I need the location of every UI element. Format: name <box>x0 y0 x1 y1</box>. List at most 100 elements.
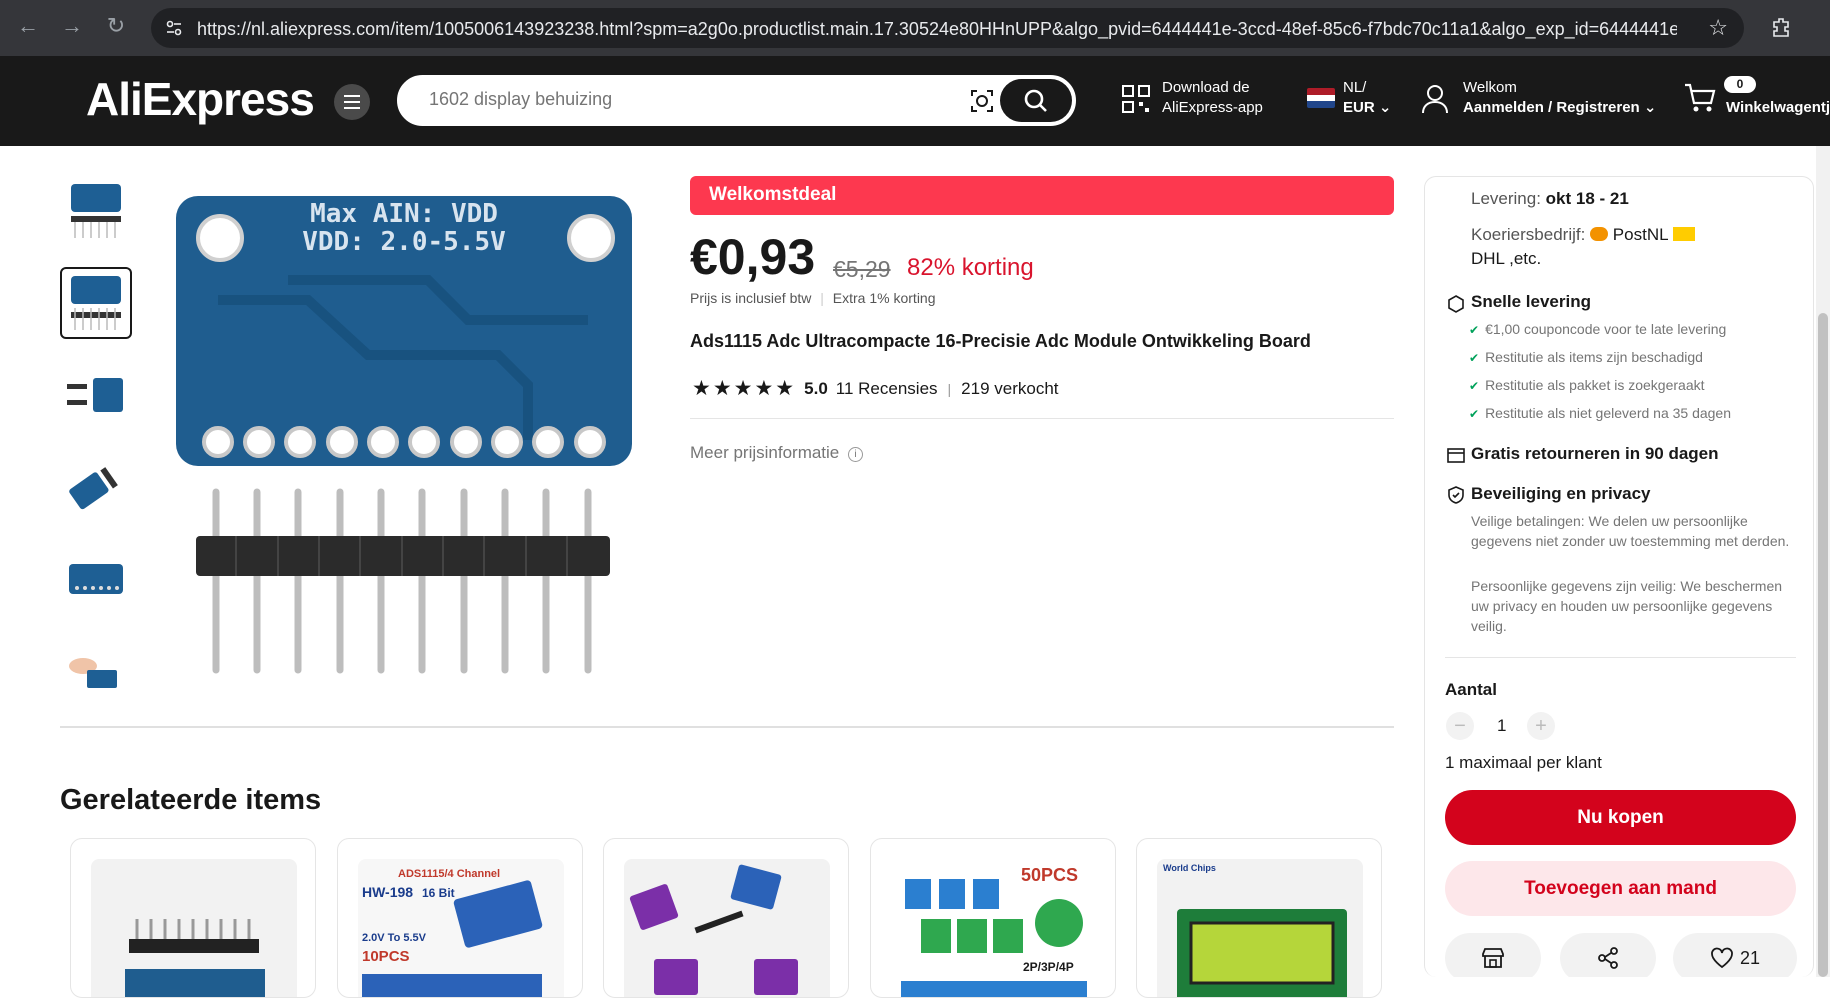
extensions-icon[interactable] <box>1769 15 1793 39</box>
delivery-label: Levering: <box>1471 189 1541 208</box>
address-bar[interactable]: https://nl.aliexpress.com/item/100500614… <box>151 8 1744 48</box>
related-image-text: World Chips <box>1163 863 1216 873</box>
thumbnail-6[interactable] <box>60 635 132 707</box>
cart-count-badge: 0 <box>1724 76 1756 93</box>
related-item-card[interactable]: World Chips <box>1136 838 1382 998</box>
courier-label: Koeriersbedrijf: <box>1471 225 1586 244</box>
current-price: €0,93 <box>690 229 816 285</box>
wishlist-count: 21 <box>1739 947 1761 968</box>
star-rating-icons: ★★★★★ <box>692 377 797 400</box>
delivery-date: okt 18 - 21 <box>1545 189 1629 208</box>
search-box <box>397 75 1076 126</box>
aliexpress-logo[interactable]: AliExpress <box>86 72 315 126</box>
divider <box>690 418 1394 419</box>
reviews-link[interactable]: 11 Recensies <box>836 379 938 399</box>
image-search-icon[interactable] <box>970 89 994 113</box>
buy-now-button[interactable]: Nu kopen <box>1445 790 1796 845</box>
search-input[interactable] <box>429 89 949 110</box>
site-info-icon[interactable] <box>165 19 183 37</box>
main-product-image[interactable]: Max AIN: VDD VDD: 2.0-5.5V <box>168 180 638 680</box>
board-silkscreen-line2: VDD: 2.0-5.5V <box>302 227 506 257</box>
related-item-image: World Chips <box>1157 859 1363 997</box>
return-box-icon <box>1447 448 1465 463</box>
chevron-down-icon: ⌄ <box>1378 99 1392 116</box>
add-to-cart-button[interactable]: Toevoegen aan mand <box>1445 861 1796 916</box>
board-in-hand-thumbnail-image <box>69 658 117 688</box>
discount-label: 82% korting <box>907 254 1034 281</box>
account-menu[interactable]: Welkom Aanmelden / Registreren ⌄ <box>1463 78 1656 118</box>
cart-icon[interactable] <box>1683 82 1717 114</box>
board-thumbnail-image <box>67 378 123 412</box>
divider <box>1445 657 1796 658</box>
related-item-card[interactable]: 50PCS 2P/3P/4P <box>870 838 1116 998</box>
wishlist-button[interactable]: 21 <box>1673 933 1797 977</box>
fast-delivery-item-label: Restitutie als items zijn beschadigd <box>1485 349 1703 365</box>
thumbnail-4[interactable] <box>60 451 132 523</box>
thumbnail-5[interactable] <box>60 543 132 615</box>
check-icon: ✔ <box>1469 351 1480 365</box>
related-items-title: Gerelateerde items <box>60 784 322 816</box>
security-text-privacy: Persoonlijke gegevens zijn veilig: We be… <box>1471 578 1783 634</box>
more-price-info-label: Meer prijsinformatie <box>690 443 840 462</box>
fast-delivery-item: ✔ Restitutie als pakket is zoekgeraakt <box>1469 375 1705 396</box>
related-image-text: HW-198 <box>362 884 413 900</box>
quantity-label: Aantal <box>1445 680 1497 699</box>
scrollbar-thumb[interactable] <box>1818 313 1828 977</box>
rating-row: ★★★★★ 5.0 11 Recensies | 219 verkocht <box>692 377 1059 400</box>
cart-label[interactable]: Winkelwagentj <box>1726 98 1830 118</box>
quantity-decrease-button[interactable]: − <box>1446 712 1474 740</box>
related-image-text: 2P/3P/4P <box>1023 960 1074 974</box>
info-icon: i <box>848 447 863 462</box>
bookmark-star-icon[interactable]: ☆ <box>1708 15 1728 41</box>
sold-count: 219 verkocht <box>961 378 1059 398</box>
qr-code-icon <box>1122 85 1150 113</box>
product-title: Ads1115 Adc Ultracompacte 16-Precisie Ad… <box>690 331 1311 351</box>
board-silkscreen-line1: Max AIN: VDD <box>310 199 498 229</box>
forward-icon[interactable]: → <box>59 13 85 39</box>
related-item-card[interactable] <box>70 838 316 998</box>
reload-icon[interactable]: ↻ <box>103 13 129 39</box>
related-item-image: ADS1115/4 Channel HW-198 16 Bit 2.0V To … <box>358 859 564 997</box>
welcome-label: Welkom <box>1463 79 1517 96</box>
menu-button[interactable] <box>334 84 370 120</box>
fast-delivery-item: ✔ Restitutie als items zijn beschadigd <box>1469 347 1703 368</box>
share-button[interactable] <box>1560 933 1656 977</box>
welcome-deal-banner: Welkomstdeal <box>690 176 1394 215</box>
download-app-link[interactable]: Download de AliExpress-app <box>1162 78 1263 118</box>
page-scrollbar[interactable] <box>1816 146 1830 977</box>
search-icon <box>1024 89 1047 112</box>
courier-name: PostNL <box>1612 225 1668 244</box>
back-icon[interactable]: ← <box>15 13 41 39</box>
search-button[interactable] <box>1000 79 1072 122</box>
thumbnail-3[interactable] <box>60 359 132 431</box>
download-app-line2: AliExpress-app <box>1162 99 1263 116</box>
related-item-card[interactable]: ADS1115/4 Channel HW-198 16 Bit 2.0V To … <box>337 838 583 998</box>
check-icon: ✔ <box>1469 407 1480 421</box>
delivery-row: Levering: okt 18 - 21 <box>1471 189 1629 209</box>
section-divider <box>60 726 1394 728</box>
related-image-text: 16 Bit <box>422 886 455 900</box>
quantity-limit-note: 1 maximaal per klant <box>1445 753 1602 772</box>
chevron-down-icon: ⌄ <box>1643 99 1657 116</box>
hamburger-icon <box>344 95 360 109</box>
quantity-value[interactable]: 1 <box>1497 716 1506 736</box>
original-price: €5,29 <box>833 256 891 282</box>
quantity-increase-button[interactable]: + <box>1527 712 1555 740</box>
related-image-text: 2.0V To 5.5V <box>362 932 427 944</box>
more-price-info-link[interactable]: Meer prijsinformatie i <box>690 443 863 463</box>
heart-icon <box>1711 947 1733 969</box>
rating-value: 5.0 <box>804 378 828 398</box>
vat-note: Prijs is inclusief btw <box>690 290 812 306</box>
postnl-logo-icon <box>1590 227 1609 241</box>
related-image-text: 50PCS <box>1021 865 1078 885</box>
check-icon: ✔ <box>1469 379 1480 393</box>
thumbnail-1[interactable] <box>60 175 132 247</box>
sign-in-label: Aanmelden / Registreren <box>1463 99 1640 116</box>
store-button[interactable] <box>1445 933 1541 977</box>
language-currency-selector[interactable]: NL/ EUR ⌄ <box>1343 78 1391 118</box>
netherlands-flag-icon <box>1307 88 1335 108</box>
related-item-card[interactable] <box>603 838 849 998</box>
fast-delivery-item-label: Restitutie als pakket is zoekgeraakt <box>1485 377 1705 393</box>
thumbnail-2-selected[interactable] <box>60 267 132 339</box>
related-image-text: 10PCS <box>362 948 410 965</box>
